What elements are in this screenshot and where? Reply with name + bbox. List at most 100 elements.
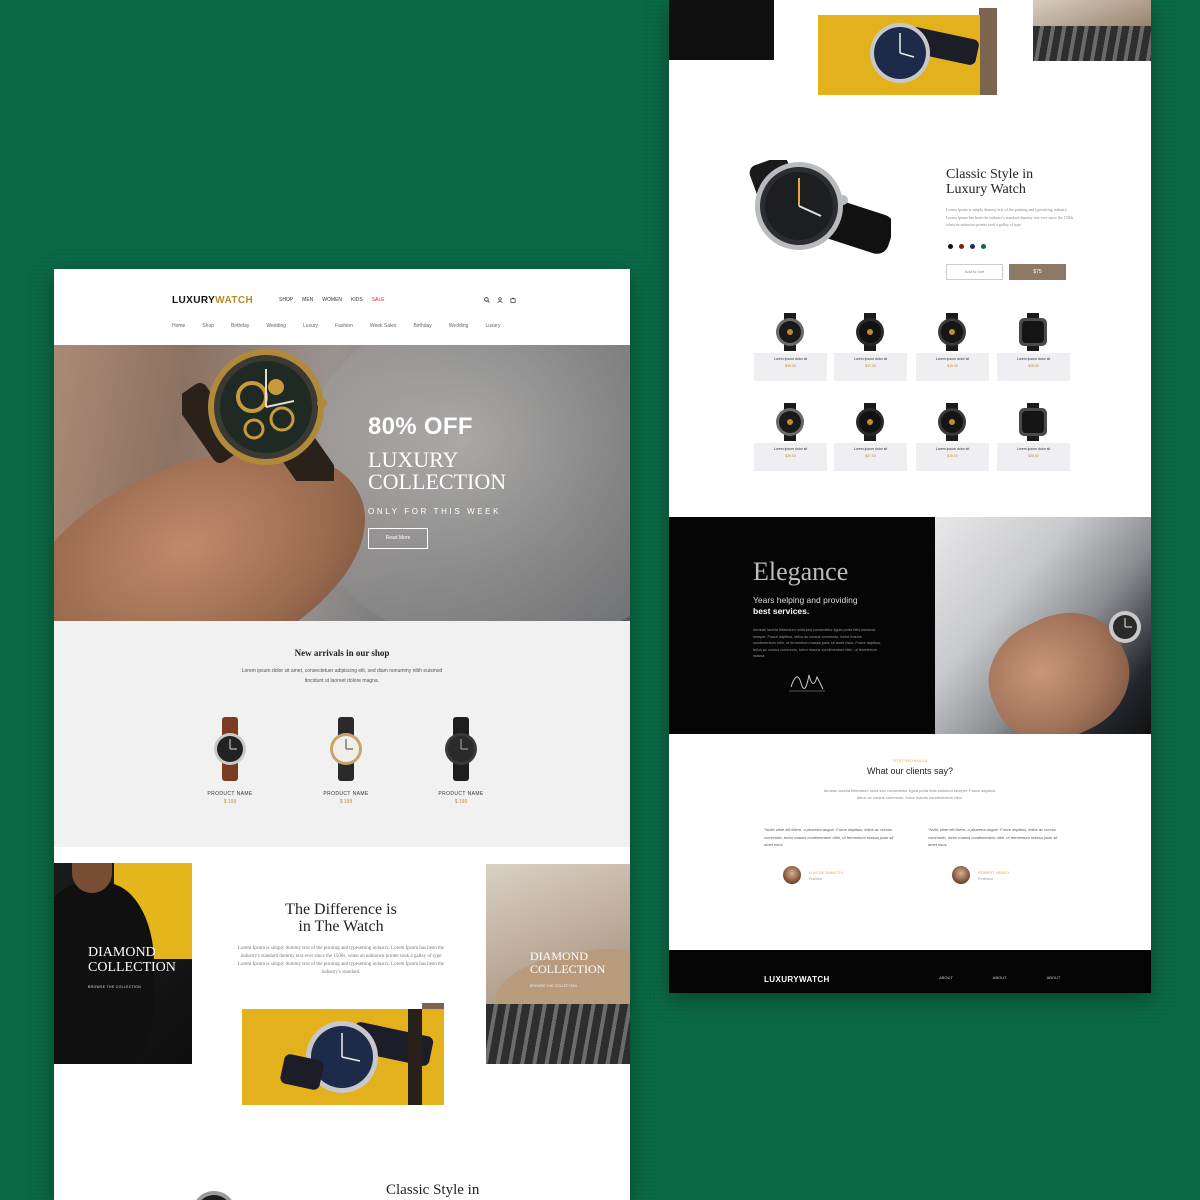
diamond-right-title: DIAMOND COLLECTION — [530, 950, 605, 976]
hero-title-line-1: LUXURY — [368, 447, 459, 472]
diamond-collection-card-right[interactable]: DIAMOND COLLECTION BROWSE THE COLLECTION — [486, 864, 630, 1064]
skeleton-watch-image — [182, 349, 334, 481]
diamond-left-link[interactable]: BROWSE THE COLLECTION — [88, 985, 141, 989]
grid-product-name: Lorem ipsum dolor sit — [853, 447, 888, 451]
color-swatches — [948, 244, 986, 249]
header-icons — [484, 297, 516, 303]
grid-product-card[interactable]: Lorem ipsum dolor sit $37.00 — [834, 403, 907, 475]
color-swatch[interactable] — [959, 244, 964, 249]
subnav-item[interactable]: Home — [172, 323, 185, 329]
watch-thumbnail — [938, 403, 966, 441]
subnav-item[interactable]: Birthday — [413, 323, 431, 329]
color-swatch[interactable] — [970, 244, 975, 249]
diamond-left-title: DIAMOND COLLECTION — [88, 945, 176, 975]
grid-product-name: Lorem ipsum dolor sit — [773, 447, 808, 451]
hero-discount: 80% OFF — [368, 413, 473, 440]
client-role: Publicist — [809, 876, 823, 881]
product-card[interactable]: PRODUCT NAME $ 199 — [190, 717, 270, 805]
grid-product-name: Lorem ipsum dolor sit — [935, 447, 970, 451]
add-to-cart-button[interactable]: Add to cart — [946, 264, 1003, 280]
elegance-subtitle: Years helping and providing best service… — [753, 595, 893, 617]
user-icon[interactable] — [497, 297, 503, 303]
grid-product-card[interactable]: Lorem ipsum dolor sit $25.00 — [997, 403, 1070, 475]
arrivals-description: Lorem ipsum dolor sit amet, consectetuer… — [241, 668, 443, 684]
top-nav: SHOP MEN WOMEN KIDS SALE — [279, 297, 385, 303]
search-icon[interactable] — [484, 297, 490, 303]
client-name: LUIS DE SANCTIS — [809, 869, 844, 875]
difference-description: Lorem Ipsum is simply dummy text of the … — [237, 946, 445, 975]
grid-product-price: $15.00 — [947, 454, 958, 458]
classic-watch-peek-image — [196, 1191, 232, 1200]
classic-title-line-2: Luxury Watch — [946, 182, 1026, 197]
nav-sale[interactable]: SALE — [372, 297, 385, 303]
difference-text: The Difference is in The Watch Lorem Ips… — [234, 901, 448, 977]
subnav-item[interactable]: Birthday — [231, 323, 249, 329]
decor-brown-bar — [979, 8, 997, 95]
subnav-item[interactable]: Fashion — [335, 323, 353, 329]
product-name: PRODUCT NAME — [207, 791, 253, 797]
subnav-item[interactable]: Wedding — [449, 323, 469, 329]
difference-section: DIAMOND COLLECTION BROWSE THE COLLECTION… — [54, 863, 630, 1200]
classic-style-heading-peek: Classic Style in — [386, 1182, 480, 1198]
nav-women[interactable]: WOMEN — [322, 297, 342, 303]
footer-logo[interactable]: LUXURYWATCH — [764, 975, 830, 984]
category-nav: Home Shop Birthday Wedding Luxury Fashio… — [172, 323, 500, 329]
hero-subtitle: ONLY FOR THIS WEEK — [368, 507, 502, 516]
logo-text-a: LUXURY — [172, 295, 216, 306]
nav-kids[interactable]: KIDS — [351, 297, 363, 303]
client-name: ROBERT HENDY — [978, 869, 1010, 875]
footer-link-about[interactable]: ABOUT — [993, 975, 1007, 980]
read-more-button[interactable]: Read More — [368, 528, 428, 549]
diamond-right-link[interactable]: BROWSE THE COLLECTION — [530, 984, 577, 988]
grid-product-card[interactable]: Lorem ipsum dolor sit $37.00 — [834, 313, 907, 385]
silver-watch-image — [330, 717, 362, 781]
diamond-left-title-line-2: COLLECTION — [88, 960, 176, 975]
site-logo[interactable]: LUXURYWATCH — [172, 295, 253, 306]
grid-product-price: $15.00 — [947, 364, 958, 368]
wrist-watch-image — [1109, 611, 1141, 643]
grid-product-price: $39.00 — [785, 454, 796, 458]
cart-icon[interactable] — [510, 297, 516, 303]
difference-title-line-2: in The Watch — [298, 918, 384, 935]
color-swatch[interactable] — [948, 244, 953, 249]
grid-product-card[interactable]: Lorem ipsum dolor sit $39.00 — [754, 403, 827, 475]
grid-product-card[interactable]: Lorem ipsum dolor sit $25.00 — [997, 313, 1070, 385]
grid-product-name: Lorem ipsum dolor sit — [1016, 447, 1051, 451]
grid-product-card[interactable]: Lorem ipsum dolor sit $15.00 — [916, 403, 989, 475]
elegance-title: Elegance — [753, 557, 849, 586]
product-card[interactable]: PRODUCT NAME $ 199 — [421, 717, 501, 805]
nav-men[interactable]: MEN — [302, 297, 313, 303]
nav-shop[interactable]: SHOP — [279, 297, 293, 303]
footer-link-about[interactable]: ABOUT — [1047, 975, 1061, 980]
grid-product-price: $37.00 — [865, 364, 876, 368]
arrivals-title: New arrivals in our shop — [294, 648, 390, 658]
difference-title-line-1: The Difference is — [285, 901, 397, 918]
subnav-item[interactable]: Week Sales — [370, 323, 397, 329]
color-swatch[interactable] — [981, 244, 986, 249]
price-button[interactable]: $75 — [1009, 264, 1066, 280]
subnav-item[interactable]: Luxury — [303, 323, 318, 329]
diamond-collection-card-left[interactable]: DIAMOND COLLECTION BROWSE THE COLLECTION — [54, 863, 192, 1064]
yellow-watch-panel — [818, 15, 980, 95]
client-role: Professor — [978, 876, 993, 881]
subnav-item[interactable]: Luxury — [485, 323, 500, 329]
hero-banner: 80% OFF LUXURY COLLECTION ONLY FOR THIS … — [54, 345, 630, 621]
product-card[interactable]: PRODUCT NAME $ 199 — [306, 717, 386, 805]
classic-title-line-1: Classic Style in — [946, 167, 1034, 182]
grid-product-card[interactable]: Lorem ipsum dolor sit $39.00 — [754, 313, 827, 385]
footer-link-about[interactable]: ABOUT — [939, 975, 953, 980]
logo-text-b: WATCH — [215, 295, 254, 306]
grid-product-card[interactable]: Lorem ipsum dolor sit $15.00 — [916, 313, 989, 385]
subnav-item[interactable]: Shop — [202, 323, 214, 329]
product-name: PRODUCT NAME — [438, 791, 484, 797]
testimonial-quote: "Nulla vitae elit libero, a pharetra aug… — [928, 827, 1058, 847]
subnav-item[interactable]: Wedding — [266, 323, 286, 329]
watch-thumbnail — [856, 313, 884, 351]
product-name: PRODUCT NAME — [323, 791, 369, 797]
classic-watch-image — [749, 160, 891, 254]
client-info: LUIS DE SANCTIS Publicist — [783, 866, 843, 884]
client-text: ROBERT HENDY Professor — [978, 870, 1010, 881]
elegance-description: Aenean lacinia bibendum nulla sed consec… — [753, 628, 882, 658]
elegance-subtitle-line-2: best services. — [753, 606, 810, 616]
striped-fabric — [1033, 26, 1151, 61]
